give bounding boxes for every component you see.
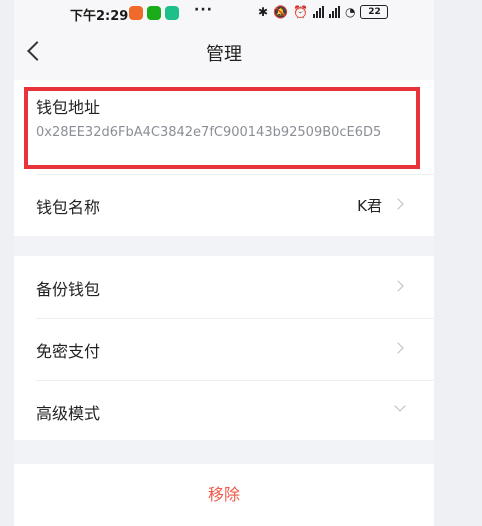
bluetooth-icon: ✱	[258, 5, 269, 19]
advanced-mode-row[interactable]: 高级模式	[14, 380, 434, 442]
signal-icon	[312, 6, 324, 18]
password-free-payment-row[interactable]: 免密支付	[14, 318, 434, 380]
signal-icon	[328, 6, 340, 18]
remove-wallet-button[interactable]: 移除	[14, 464, 434, 526]
wechat-icon	[147, 6, 161, 20]
chevron-right-icon	[392, 342, 404, 354]
wallet-name-row[interactable]: 钱包名称 K君	[14, 174, 434, 236]
wallet-name-label: 钱包名称	[36, 198, 101, 217]
password-free-payment-label: 免密支付	[36, 342, 101, 361]
backup-wallet-row[interactable]: 备份钱包	[14, 256, 434, 318]
notification-icons	[129, 6, 179, 20]
wallet-settings-group: 备份钱包 免密支付 高级模式	[14, 256, 434, 440]
phone-screen: 下午2:29 ··· ✱ 🔕 ⏰ ◔ 22 管理 钱包地址 0x28EE32d6…	[14, 0, 434, 526]
nav-bar: 管理	[14, 26, 434, 80]
wallet-name-value: K君	[357, 197, 382, 215]
mute-icon: 🔕	[273, 5, 289, 19]
system-icons: ✱ 🔕 ⏰ ◔ 22	[258, 5, 389, 19]
chevron-down-icon	[394, 400, 406, 412]
chevron-right-icon	[392, 198, 404, 210]
more-notifications: ···	[194, 2, 213, 18]
message-icon	[165, 6, 179, 20]
wallet-address-label: 钱包地址	[36, 98, 101, 117]
wallet-address-value[interactable]: 0x28EE32d6FbA4C3842e7fC900143b92509B0cE6…	[36, 122, 418, 143]
wallet-info-group: 钱包地址 0x28EE32d6FbA4C3842e7fC900143b92509…	[14, 80, 434, 236]
page-title: 管理	[206, 44, 242, 65]
wifi-icon: ◔	[344, 5, 356, 19]
advanced-mode-label: 高级模式	[36, 404, 101, 423]
side-margin	[434, 0, 482, 526]
status-time: 下午2:29	[70, 9, 129, 24]
remove-group: 移除	[14, 464, 434, 526]
chevron-right-icon	[392, 280, 404, 292]
alarm-icon: ⏰	[293, 5, 308, 19]
battery-icon: 22	[360, 5, 389, 19]
status-bar: 下午2:29 ··· ✱ 🔕 ⏰ ◔ 22	[14, 0, 434, 26]
backup-wallet-label: 备份钱包	[36, 280, 101, 299]
app-notification-icon	[129, 6, 143, 20]
